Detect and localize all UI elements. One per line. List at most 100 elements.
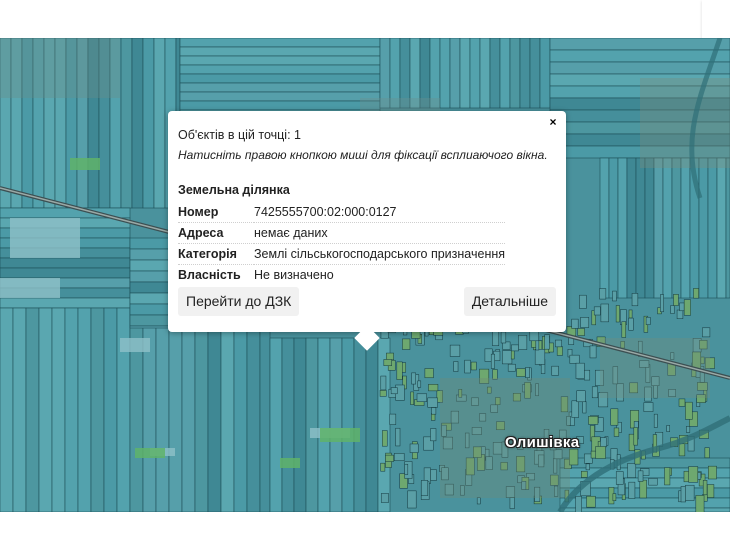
parcel (0, 267, 131, 279)
top-bar (0, 0, 730, 48)
village-parcel (673, 294, 679, 306)
village-parcel (571, 318, 579, 329)
objects-count: Об'єктів в цій точці: 1 (178, 128, 301, 142)
parcel (409, 38, 421, 109)
village-parcel (571, 400, 579, 418)
close-button[interactable]: × (546, 114, 560, 130)
village-parcel (431, 407, 437, 415)
village-parcel (492, 330, 500, 346)
parcel (179, 55, 381, 66)
village-parcel (600, 303, 609, 323)
village-parcel (628, 309, 633, 319)
village-parcel (417, 380, 422, 388)
parcel (419, 38, 431, 109)
village-parcel (631, 293, 639, 307)
village-parcel (534, 349, 546, 365)
village-parcel (476, 497, 481, 505)
parcel (317, 337, 331, 512)
village-parcel (431, 413, 436, 421)
village-parcel (589, 345, 597, 359)
village-parcel (386, 352, 394, 361)
parcel (131, 38, 144, 209)
goto-dzk-button[interactable]: Перейти до ДЗК (178, 287, 300, 316)
village-parcel (666, 425, 670, 432)
village-parcel (409, 443, 419, 453)
light-field (0, 278, 60, 298)
village-parcel (525, 367, 530, 379)
parcel (12, 307, 27, 512)
village-parcel (430, 469, 437, 481)
village-parcel (544, 334, 550, 350)
village-parcel (576, 390, 586, 403)
parcel (246, 307, 261, 512)
village-parcel (411, 372, 416, 385)
parcel (168, 307, 183, 512)
village-parcel (683, 299, 691, 316)
village-parcel (551, 365, 559, 376)
parcel (389, 38, 401, 109)
village-parcel (509, 497, 515, 509)
parcel (64, 307, 79, 512)
village-parcel (584, 369, 591, 381)
parcel (626, 157, 637, 299)
village-parcel (639, 479, 647, 499)
village-parcel (395, 427, 401, 447)
village-parcel (664, 467, 671, 486)
village-parcel (511, 344, 519, 352)
parcel (155, 307, 170, 512)
terrain-patch (0, 38, 120, 98)
village-parcel (579, 294, 587, 309)
parcel (698, 157, 709, 299)
popup-hint: Натисніть правою кнопкою миші для фіксац… (178, 148, 548, 162)
parcel (379, 38, 391, 109)
parcel (671, 157, 682, 299)
parcel (489, 38, 501, 109)
parcel (179, 46, 381, 57)
parcel (519, 38, 531, 109)
village-parcel (424, 368, 434, 379)
village-parcel (686, 426, 691, 433)
parcel (281, 337, 295, 512)
village-parcel (621, 321, 627, 338)
green-field (70, 158, 100, 170)
village-parcel (599, 288, 607, 300)
parcel (293, 337, 307, 512)
village-parcel (595, 446, 606, 459)
parcel (179, 91, 381, 102)
village-parcel (591, 386, 599, 399)
parcel (142, 38, 155, 209)
village-parcel (464, 359, 471, 374)
parcel (617, 157, 628, 299)
village-parcel (396, 361, 403, 380)
parcel (707, 157, 718, 299)
place-label: Олишівка (505, 434, 580, 451)
village-parcel (693, 288, 699, 299)
attr-key-ownership: Власність (178, 268, 241, 282)
village-parcel (593, 306, 601, 316)
parcel (499, 38, 511, 109)
village-parcel (500, 331, 507, 344)
table-row: Номер 7425555700:02:000:0127 (178, 202, 506, 223)
village-parcel (518, 334, 528, 350)
parcel (38, 307, 53, 512)
parcel (439, 38, 451, 109)
parcel (599, 157, 610, 299)
parcel (103, 307, 118, 512)
parcel-attributes-table: Номер 7425555700:02:000:0127 Адреса нема… (178, 202, 506, 286)
parcel (459, 38, 471, 109)
village-parcel (430, 428, 437, 442)
details-button[interactable]: Детальніше (463, 287, 556, 316)
village-parcel (569, 354, 580, 364)
attr-value-address: немає даних (254, 222, 506, 244)
parcel (0, 307, 14, 512)
light-field (120, 338, 150, 352)
village-parcel (702, 480, 708, 496)
table-row: Власність Не визначено (178, 265, 505, 286)
parcel (0, 297, 131, 309)
village-parcel (600, 437, 607, 448)
parcel (429, 38, 441, 109)
village-parcel (380, 462, 386, 472)
green-field (135, 448, 165, 458)
village-parcel (610, 448, 618, 461)
village-parcel (628, 317, 634, 331)
